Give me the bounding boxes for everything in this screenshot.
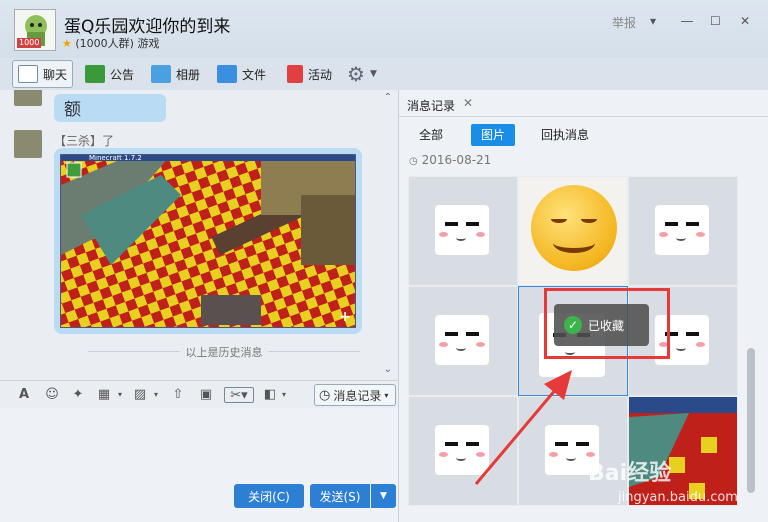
photo-icon (151, 65, 171, 83)
input-toolbar: A ☺ ✦ ▦ ▾ ▨ ▾ ⇧ ▣ ✂▾ ◧ ▾ ◷ 消息记录 ▾ (0, 380, 398, 408)
magic-icon[interactable]: ✦ (70, 387, 86, 403)
smiley-sticker (531, 185, 617, 271)
sticker-face (435, 205, 489, 255)
history-panel-tab[interactable]: 消息记录 (407, 97, 455, 114)
tab-divider (399, 116, 768, 117)
gift-icon[interactable]: ▦ (96, 387, 112, 403)
tab-album[interactable]: 相册 (146, 60, 205, 88)
tab-activity-label: 活动 (308, 67, 333, 82)
tab-album-label: 相册 (176, 67, 201, 82)
toast-text: 已收藏 (588, 318, 625, 333)
watermark-brand: Bai经验 (588, 461, 672, 486)
send-button-label: 发送(S) (319, 489, 361, 504)
scroll-up-icon[interactable]: ⌃ (384, 92, 392, 103)
member-avatar[interactable] (14, 90, 42, 106)
watermark-url: jingyan.baidu.com (618, 490, 738, 505)
scroll-down-icon[interactable]: ⌄ (384, 364, 392, 375)
game-screenshot-image (61, 155, 355, 327)
chat-icon (18, 65, 38, 83)
upload-icon[interactable]: ⇧ (170, 387, 186, 403)
member-avatar[interactable] (14, 130, 42, 158)
tab-files-label: 文件 (242, 67, 267, 82)
image-thumbnail[interactable] (628, 176, 738, 286)
send-button[interactable]: 发送(S) (310, 484, 370, 508)
screenshot-caption: Minecraft 1.7.2 (89, 154, 142, 162)
image-thumbnail[interactable] (518, 176, 628, 286)
scrollbar[interactable] (747, 348, 755, 493)
chevron-down-icon: ▼ (369, 69, 377, 79)
gear-icon: ⚙ (347, 62, 365, 86)
sticker-face (435, 315, 489, 365)
report-link[interactable]: 举报 (612, 14, 636, 31)
font-icon[interactable]: A (16, 387, 32, 403)
chevron-down-icon[interactable]: ▾ (148, 387, 164, 403)
group-info: ★ (1000人群) 游戏 (62, 35, 159, 51)
title-bar: 1000 蛋Q乐园欢迎你的到来 ★ (1000人群) 游戏 举报 ▾ ― ☐ ✕ (0, 0, 768, 58)
chat-messages[interactable]: 额 ⌃ 【三杀】了 Minecraft 1.7.2 + 以上是历史消息 ⌄ (0, 90, 398, 380)
group-name: 蛋Q乐园欢迎你的到来 (64, 17, 231, 37)
subtab-images[interactable]: 图片 (471, 124, 515, 146)
main-toolbar: 聊天 公告 相册 文件 活动 ⚙ ▼ (0, 58, 768, 90)
present-icon[interactable]: ▣ (198, 387, 214, 403)
tab-chat-label: 聊天 (43, 67, 68, 82)
screenshot-scissors-icon[interactable]: ✂▾ (224, 387, 254, 403)
collected-toast: ✓ 已收藏 (554, 304, 649, 346)
chevron-down-icon: ▾ (384, 390, 389, 400)
tab-announcement-label: 公告 (110, 67, 135, 82)
sticker-face (655, 205, 709, 255)
subtab-all[interactable]: 全部 (411, 124, 451, 146)
date-header: ◷ 2016-08-21 (409, 153, 491, 167)
tab-chat[interactable]: 聊天 (12, 60, 74, 88)
dropdown-icon[interactable]: ▾ (650, 14, 656, 28)
message-bubble: 额 (54, 94, 166, 122)
clock-icon: ◷ (319, 387, 331, 403)
close-button-label: 关闭(C) (248, 489, 290, 504)
date-text: 2016-08-21 (421, 153, 492, 167)
check-icon: ✓ (564, 316, 582, 334)
maximize-icon[interactable]: ☐ (710, 14, 721, 28)
tab-announcement[interactable]: 公告 (80, 60, 139, 88)
image-message[interactable]: Minecraft 1.7.2 + (54, 148, 362, 334)
message-history-button[interactable]: ◷ 消息记录 ▾ (314, 384, 396, 406)
image-thumbnail[interactable] (408, 176, 518, 286)
settings-menu[interactable]: ⚙ ▼ (342, 60, 382, 88)
clock-icon: ◷ (409, 156, 418, 167)
subtab-receipts[interactable]: 回执消息 (533, 124, 597, 146)
send-options-button[interactable]: ▼ (371, 484, 396, 508)
star-icon: ★ (62, 37, 72, 50)
minimize-icon[interactable]: ― (681, 14, 693, 28)
sender-name: 【三杀】了 (54, 134, 115, 148)
message-history-label: 消息记录 (333, 388, 382, 403)
add-icon[interactable]: + (339, 309, 351, 325)
annotation-arrow (474, 370, 572, 485)
folder-icon (217, 65, 237, 83)
group-avatar[interactable]: 1000 (14, 9, 56, 51)
emoji-icon[interactable]: ☺ (44, 387, 60, 403)
tab-activity[interactable]: 活动 (282, 60, 337, 88)
flag-icon (85, 65, 105, 83)
tab-files[interactable]: 文件 (212, 60, 271, 88)
message-text: 额 (64, 100, 81, 120)
chevron-down-icon: ▼ (380, 491, 387, 501)
history-divider: 以上是历史消息 (88, 344, 360, 360)
image-icon[interactable]: ▨ (132, 387, 148, 403)
red-flag-icon (287, 65, 303, 83)
chevron-down-icon[interactable]: ▾ (112, 387, 128, 403)
game-screenshot[interactable]: Minecraft 1.7.2 + (60, 154, 356, 328)
close-window-icon[interactable]: ✕ (740, 14, 750, 28)
avatar-badge: 1000 (17, 38, 42, 48)
group-info-text: (1000人群) 游戏 (75, 37, 160, 50)
close-icon[interactable]: ✕ (463, 96, 473, 110)
chevron-down-icon[interactable]: ▾ (276, 387, 292, 403)
close-button[interactable]: 关闭(C) (234, 484, 304, 508)
history-divider-text: 以上是历史消息 (179, 344, 269, 360)
